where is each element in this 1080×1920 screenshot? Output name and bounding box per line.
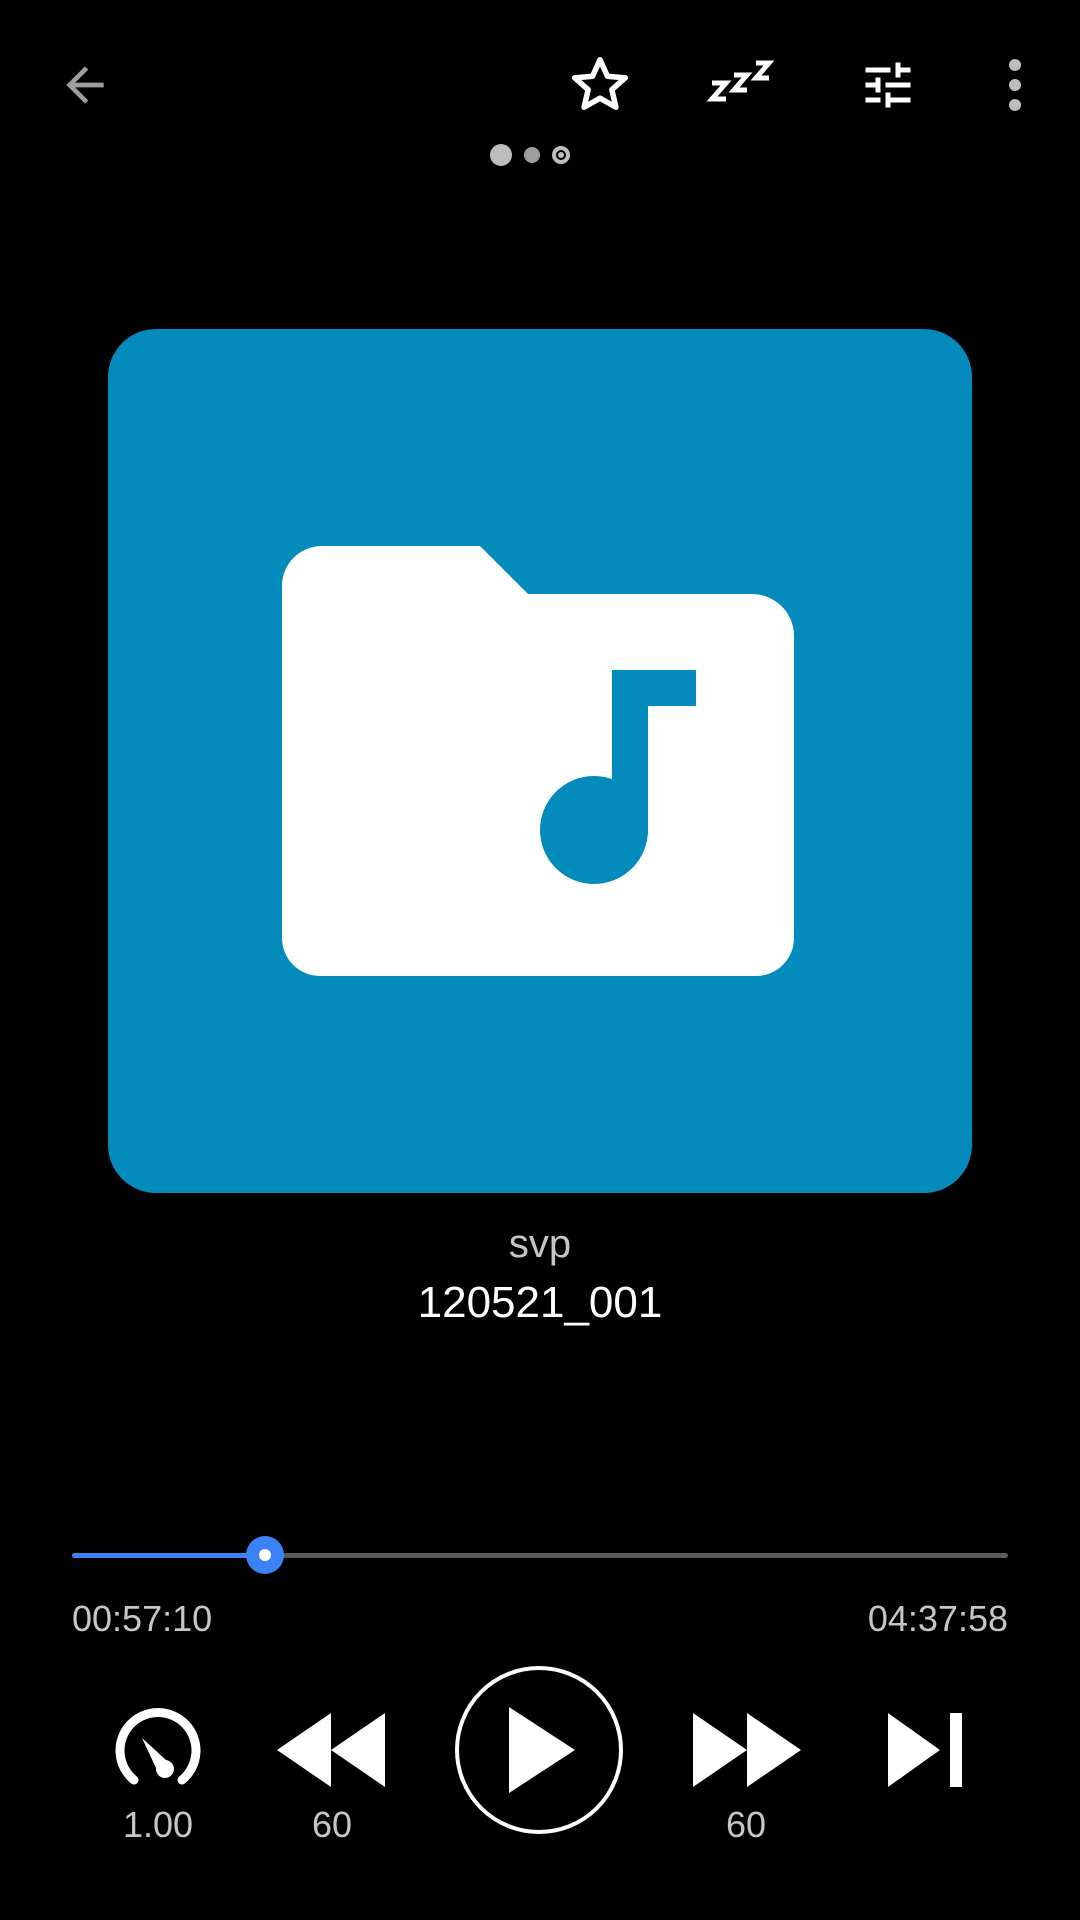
rewind-button[interactable] [262, 1690, 402, 1810]
seek-bar[interactable] [72, 1536, 1008, 1574]
fast-forward-icon [691, 1713, 801, 1787]
rewind-icon [277, 1713, 387, 1787]
page-indicator[interactable] [490, 142, 590, 168]
seek-thumb[interactable] [245, 1536, 284, 1574]
current-time: 00:57:10 [72, 1598, 213, 1639]
forward-seconds: 60 [725, 1804, 767, 1845]
total-time: 04:37:58 [867, 1598, 1008, 1639]
folder-music-icon [280, 546, 800, 976]
fast-forward-button[interactable] [676, 1690, 816, 1810]
more-vertical-icon [1005, 57, 1025, 113]
skip-next-button[interactable] [856, 1690, 996, 1810]
equalizer-button[interactable] [843, 40, 933, 130]
sleep-timer-button[interactable] [698, 40, 788, 130]
favorite-button[interactable] [555, 40, 645, 130]
seek-bar-progress [72, 1553, 265, 1558]
playback-speed-button[interactable] [88, 1690, 228, 1810]
back-button[interactable] [40, 40, 130, 130]
sliders-icon [858, 55, 918, 115]
play-icon [503, 1707, 575, 1793]
skip-next-icon [888, 1713, 964, 1787]
page-dot-current [552, 146, 570, 164]
speed-value: 1.00 [122, 1804, 194, 1845]
more-options-button[interactable] [980, 40, 1050, 130]
page-dot [524, 147, 540, 163]
rewind-seconds: 60 [311, 1804, 353, 1845]
track-folder: svp [508, 1222, 572, 1266]
album-art [108, 329, 972, 1193]
speedometer-icon [110, 1702, 206, 1798]
play-button[interactable] [455, 1666, 623, 1834]
page-dot [490, 144, 512, 166]
arrow-left-icon [57, 57, 113, 113]
zzz-icon [706, 55, 780, 115]
star-outline-icon [567, 52, 633, 118]
track-title: 120521_001 [417, 1278, 663, 1327]
